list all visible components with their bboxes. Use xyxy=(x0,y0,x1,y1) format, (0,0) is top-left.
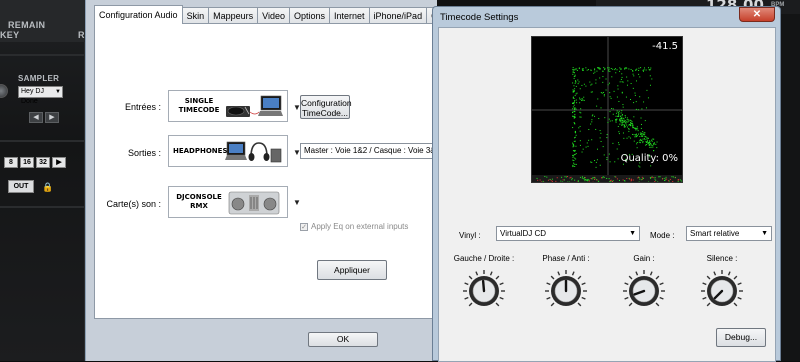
outputs-device-select[interactable]: HEADPHONES xyxy=(168,135,288,167)
inputs-label: Entrées : xyxy=(99,102,161,112)
headphones-laptop-icon xyxy=(225,139,283,164)
config-window: Configuration AudioSkinMappeursVideoOpti… xyxy=(85,0,437,361)
pitch-value: -41.5 xyxy=(652,41,678,52)
dj-left-panel: REMAIN KEY R SAMPLER Hey DJ Done ▼ ◀ ▶ 8… xyxy=(0,0,85,361)
out-button[interactable]: OUT xyxy=(8,180,34,193)
timecode-scope: -41.5 Quality: 0% xyxy=(531,36,683,183)
remain-label: REMAIN xyxy=(8,20,45,30)
loop-button[interactable]: 8 xyxy=(4,157,18,168)
sampler-next-button[interactable]: ▶ xyxy=(45,112,59,123)
outputs-routing-combo[interactable]: Master : Voie 1&2 / Casque : Voie 3&4 xyxy=(300,143,438,159)
outputs-device-name: HEADPHONES xyxy=(173,147,225,156)
knob-label: Gain : xyxy=(604,254,684,263)
outputs-label: Sorties : xyxy=(99,148,161,158)
dj-divider xyxy=(0,206,85,208)
debug-button[interactable]: Debug... xyxy=(716,328,766,347)
ok-button[interactable]: OK xyxy=(308,332,378,347)
loop-button[interactable]: 16 xyxy=(20,157,34,168)
inputs-device-select[interactable]: SINGLE TIMECODE xyxy=(168,90,288,122)
knob[interactable] xyxy=(621,268,667,314)
mode-select[interactable]: Smart relative ▼ xyxy=(686,226,772,241)
vinyl-select[interactable]: VirtualDJ CD ▼ xyxy=(496,226,640,241)
chevron-down-icon: ▼ xyxy=(55,87,61,97)
sampler-label: SAMPLER xyxy=(18,74,59,83)
soundcard-label: Carte(s) son : xyxy=(99,199,161,209)
mode-label: Mode : xyxy=(650,231,674,240)
vinyl-select-value: VirtualDJ CD xyxy=(500,229,546,238)
chevron-down-icon[interactable]: ▼ xyxy=(293,198,301,207)
timecode-body: -41.5 Quality: 0% Vinyl : VirtualDJ CD ▼… xyxy=(438,27,776,362)
sampler-volume-knob[interactable] xyxy=(0,84,8,98)
audio-config-panel: Entrées : SINGLE TIMECODE ▼ Configuratio… xyxy=(94,23,434,319)
knob-label: Silence : xyxy=(682,254,762,263)
tab-bar: Configuration AudioSkinMappeursVideoOpti… xyxy=(94,7,486,24)
knob[interactable] xyxy=(543,268,589,314)
tab-2[interactable]: Mappeurs xyxy=(208,7,258,24)
tab-0[interactable]: Configuration Audio xyxy=(94,5,183,24)
sampler-select[interactable]: Hey DJ Done ▼ xyxy=(18,86,63,98)
tab-3[interactable]: Video xyxy=(257,7,290,24)
r-label: R xyxy=(78,30,85,40)
chevron-down-icon: ▼ xyxy=(629,227,636,241)
tab-6[interactable]: iPhone/iPad xyxy=(369,7,428,24)
scope-level-bar xyxy=(532,175,683,183)
sampler-prev-button[interactable]: ◀ xyxy=(29,112,43,123)
mode-select-value: Smart relative xyxy=(690,229,739,238)
inputs-device-name: SINGLE TIMECODE xyxy=(173,97,225,115)
dj-divider xyxy=(0,54,85,56)
loop-button[interactable]: 32 xyxy=(36,157,50,168)
dj-divider xyxy=(0,140,85,142)
loop-button[interactable]: ▶ xyxy=(52,157,66,168)
timecode-config-button[interactable]: Configuration TimeCode... xyxy=(300,95,350,119)
tab-1[interactable]: Skin xyxy=(182,7,210,24)
apply-eq-checkbox[interactable]: ✓ xyxy=(300,223,308,231)
soundcard-device-select[interactable]: DJCONSOLE RMX xyxy=(168,186,288,218)
lock-icon[interactable]: 🔒 xyxy=(42,182,53,193)
quality-value: Quality: 0% xyxy=(621,153,678,164)
knob-label: Phase / Anti : xyxy=(526,254,606,263)
dj-right-column xyxy=(781,14,800,361)
soundcard-device-name: DJCONSOLE RMX xyxy=(173,193,225,211)
tab-5[interactable]: Internet xyxy=(329,7,370,24)
knob-pointer xyxy=(483,281,484,291)
apply-eq-checkbox-row[interactable]: ✓ Apply Eq on external inputs xyxy=(300,222,408,231)
chevron-down-icon: ▼ xyxy=(761,227,768,241)
key-label: KEY xyxy=(0,30,19,40)
apply-eq-label: Apply Eq on external inputs xyxy=(311,222,408,231)
close-button[interactable]: ✕ xyxy=(739,7,775,22)
knob[interactable] xyxy=(699,268,745,314)
timecode-settings-window: Timecode Settings ✕ -41.5 Quality: 0% Vi… xyxy=(432,6,781,361)
close-icon: ✕ xyxy=(753,9,761,20)
sampler-select-value: Hey DJ Done xyxy=(21,88,44,105)
knob-label: Gauche / Droite : xyxy=(444,254,524,263)
tab-4[interactable]: Options xyxy=(289,7,330,24)
apply-button[interactable]: Appliquer xyxy=(317,260,387,280)
dj-controller-icon xyxy=(225,190,283,215)
window-title: Timecode Settings xyxy=(440,12,518,23)
vinyl-label: Vinyl : xyxy=(459,231,481,240)
knob[interactable] xyxy=(461,268,507,314)
turntable-laptop-icon xyxy=(225,94,283,119)
